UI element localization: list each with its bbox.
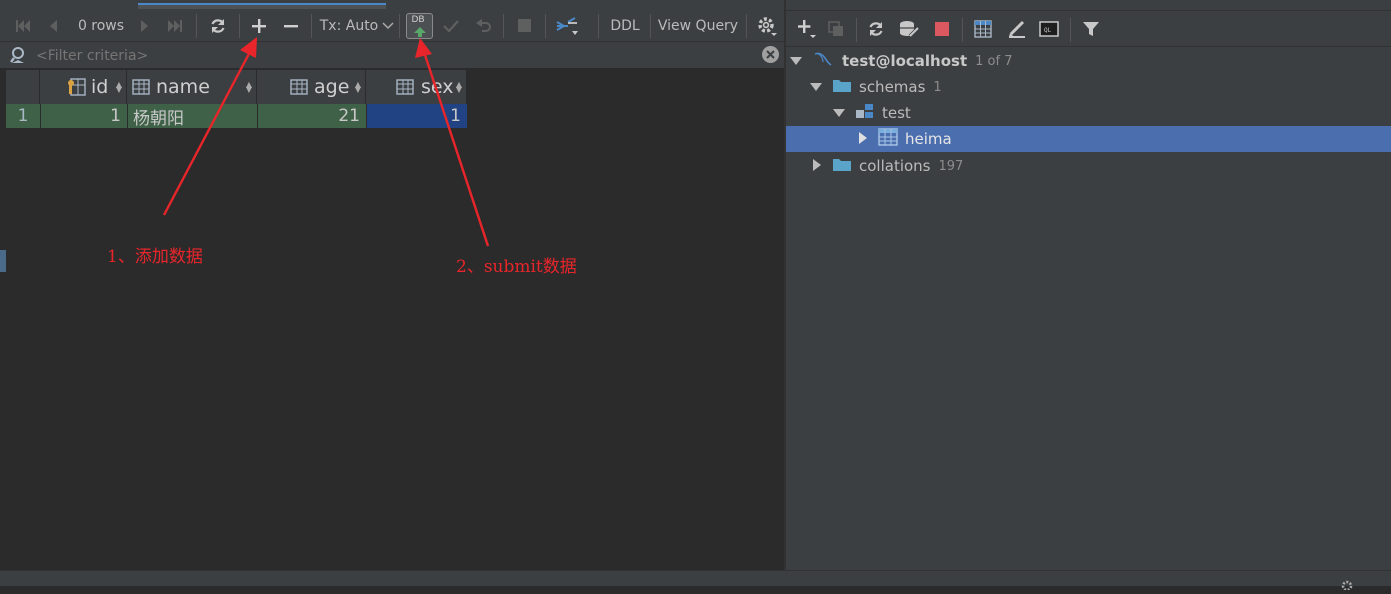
status-bar [0,570,1391,592]
folder-icon [833,78,851,96]
tree-collations-label: collations [859,157,931,175]
add-datasource-icon[interactable] [794,11,820,47]
tree-item-schema-test[interactable]: test [786,100,911,126]
explorer-toolbar: QL [786,11,1391,47]
tree-connection-label: test@localhost [842,52,968,70]
datasource-properties-icon[interactable] [896,11,922,47]
sql-console-icon[interactable]: QL [1036,11,1062,47]
tree-table-label: heima [905,130,952,148]
schema-icon [856,103,874,123]
annotation-arrow-submit [415,38,490,247]
edit-pencil-icon[interactable] [1004,11,1030,47]
refresh-icon[interactable] [863,11,889,47]
tree-connection-count: 1 of 7 [975,53,1013,69]
toolbar-separator [856,18,857,42]
expand-arrow-icon[interactable] [790,52,804,70]
svg-text:QL: QL [1044,27,1052,34]
tree-item-collations[interactable]: collations 197 [786,153,963,179]
toolbar-separator [1070,18,1071,42]
toolbar-separator [962,18,963,42]
tree-collations-count: 197 [938,158,964,174]
mysql-datasource-icon [813,50,833,72]
duplicate-icon[interactable] [824,11,848,47]
annotation-add-data: 1、添加数据 [107,247,203,267]
tree-schemas-label: schemas [859,78,926,96]
collapse-arrow-icon[interactable] [812,157,824,175]
annotation-arrow-add [162,37,257,216]
table-icon [878,128,898,150]
tree-schema-label: test [882,104,911,122]
database-explorer: QL test@localhost 1 of 7 schemas 1 test … [786,0,1391,570]
collapse-arrow-icon[interactable] [858,130,870,148]
table-editor-icon[interactable] [970,11,996,47]
tree-item-connection[interactable]: test@localhost 1 of 7 [786,48,1012,74]
tree-schemas-count: 1 [933,79,942,95]
tree-item-schemas[interactable]: schemas 1 [786,74,942,100]
annotation-submit-data: 2、submit数据 [456,257,577,277]
expand-arrow-icon[interactable] [833,104,847,122]
disconnect-icon[interactable] [930,11,954,47]
tree-item-table-heima[interactable]: heima [786,126,1391,152]
expand-arrow-icon[interactable] [810,78,824,96]
settings-gear-icon[interactable] [1340,575,1354,594]
folder-icon [833,157,851,175]
explorer-header [786,0,1391,11]
filter-icon[interactable] [1078,11,1104,47]
